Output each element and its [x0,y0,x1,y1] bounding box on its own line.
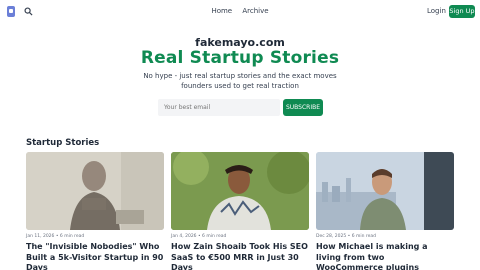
story-card[interactable]: Dec 28, 2025 • 6 min read How Michael is… [316,152,454,270]
story-image[interactable] [26,152,164,230]
story-card[interactable]: Jan 4, 2026 • 6 min read How Zain Shoaib… [171,152,309,270]
nav-archive-link[interactable]: Archive [242,7,268,15]
story-card[interactable]: Jan 11, 2026 • 6 min read The "Invisible… [26,152,164,270]
hero-tagline: No hype - just real startup stories and … [143,72,337,90]
story-title[interactable]: The "Invisible Nobodies" Who Built a 5k-… [26,242,164,270]
login-link[interactable]: Login [427,7,446,15]
signup-button[interactable]: Sign Up [449,5,475,18]
hero-title: Real Startup Stories [140,48,340,68]
story-meta: Dec 28, 2025 • 6 min read [316,234,377,239]
person-photo-icon [171,152,309,230]
top-nav: Home Archive Login Sign Up [0,0,480,24]
subscribe-button[interactable]: SUBSCRIBE [283,99,323,116]
story-title[interactable]: How Zain Shoaib Took His SEO SaaS to €50… [171,242,309,270]
email-input[interactable] [158,99,280,116]
person-photo-icon [26,152,164,230]
story-image[interactable] [316,152,454,230]
story-title[interactable]: How Michael is making a living from two … [316,242,454,270]
section-title: Startup Stories [26,138,100,148]
story-meta: Jan 11, 2026 • 6 min read [26,234,85,239]
nav-home-link[interactable]: Home [211,7,232,15]
story-image[interactable] [171,152,309,230]
story-meta: Jan 4, 2026 • 6 min read [171,234,227,239]
person-photo-icon [316,152,454,230]
nav-links: Home Archive [0,7,480,15]
